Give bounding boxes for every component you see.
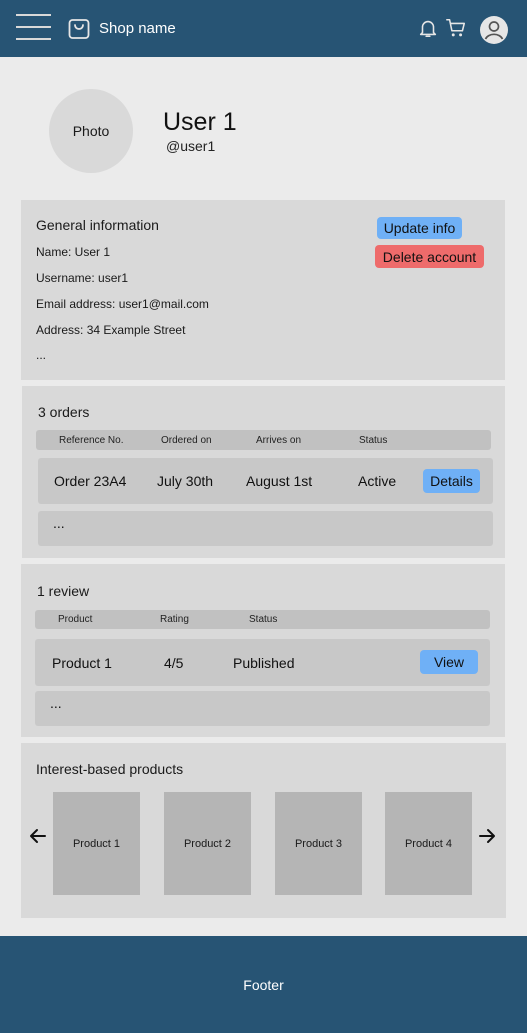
update-info-button[interactable]: Update info (377, 217, 462, 239)
top-navbar: Shop name (0, 0, 527, 57)
reviews-title: 1 review (37, 583, 90, 599)
delete-account-button[interactable]: Delete account (375, 245, 484, 268)
order-row: Order 23A4 July 30th August 1st Active D… (38, 458, 493, 504)
reviews-table-header: Product Rating Status (35, 610, 490, 629)
column-ordered-on: Ordered on (161, 434, 212, 446)
review-product: Product 1 (52, 654, 112, 671)
orders-more-row[interactable]: ... (38, 511, 493, 546)
order-arrives-on: August 1st (246, 473, 313, 489)
order-ordered-on: July 30th (157, 473, 214, 489)
footer: Footer (0, 936, 527, 1033)
general-info-title: General information (36, 217, 159, 233)
bell-icon[interactable] (417, 17, 439, 39)
column-reference: Reference No. (59, 434, 124, 446)
product-tile[interactable]: Product 1 (53, 792, 140, 895)
product-tile[interactable]: Product 2 (164, 792, 251, 895)
info-name: Name: User 1 (36, 245, 111, 259)
info-username: Username: user1 (36, 271, 129, 285)
column-status: Status (359, 434, 388, 446)
user-avatar-icon[interactable] (479, 15, 509, 45)
orders-card: 3 orders Reference No. Ordered on Arrive… (22, 386, 505, 558)
order-details-button[interactable]: Details (423, 469, 480, 493)
orders-title: 3 orders (38, 404, 90, 420)
product-tile[interactable]: Product 4 (385, 792, 472, 895)
shopping-bag-icon (68, 19, 90, 39)
reviews-more-row[interactable]: ... (35, 691, 490, 726)
orders-table-header: Reference No. Ordered on Arrives on Stat… (36, 430, 491, 450)
general-info-card: General information Name: User 1 Usernam… (21, 200, 505, 380)
arrow-left-icon[interactable] (29, 827, 47, 845)
column-rating: Rating (160, 614, 189, 625)
column-product: Product (58, 614, 93, 625)
profile-photo-label: Photo (72, 123, 110, 139)
review-row: Product 1 4/5 Published View (35, 639, 490, 686)
profile-photo[interactable]: Photo (49, 89, 133, 173)
info-more: ... (36, 348, 47, 362)
interest-products-card: Interest-based products Product 1 Produc… (21, 743, 506, 918)
review-rating: 4/5 (164, 654, 184, 671)
arrow-right-icon[interactable] (478, 827, 496, 845)
profile-name: User 1 (163, 108, 237, 136)
column-arrives-on: Arrives on (256, 434, 302, 446)
profile-handle: @user1 (166, 138, 216, 154)
order-reference: Order 23A4 (54, 473, 127, 489)
footer-label: Footer (243, 976, 284, 993)
info-email: Email address: user1@mail.com (36, 297, 209, 311)
cart-icon[interactable] (445, 17, 467, 39)
menu-icon[interactable] (16, 14, 51, 41)
order-status: Active (358, 473, 397, 489)
product-tile[interactable]: Product 3 (275, 792, 362, 895)
info-address: Address: 34 Example Street (36, 323, 186, 337)
shop-name[interactable]: Shop name (99, 20, 176, 37)
reviews-card: 1 review Product Rating Status Product 1… (21, 564, 505, 737)
review-status: Published (233, 654, 295, 671)
interest-products-title: Interest-based products (36, 761, 184, 777)
column-review-status: Status (249, 614, 278, 625)
review-view-button[interactable]: View (420, 650, 478, 674)
